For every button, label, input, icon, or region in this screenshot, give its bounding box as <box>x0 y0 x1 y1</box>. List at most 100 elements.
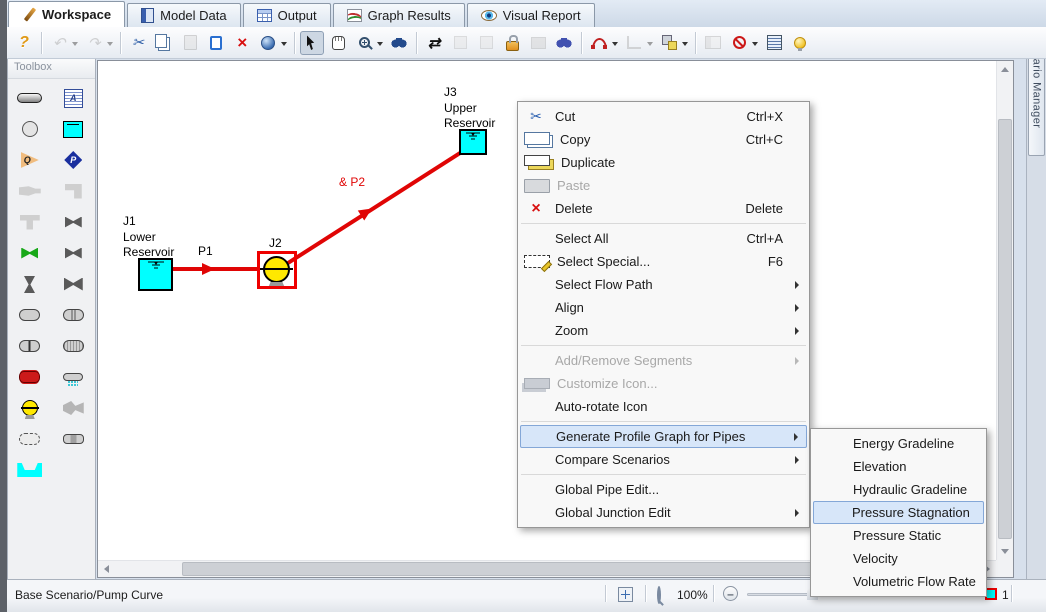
annotation-tool[interactable]: A <box>55 87 91 109</box>
menu-item-generate-profile-graph-for-pipes[interactable]: Generate Profile Graph for Pipes <box>520 425 807 448</box>
dropdown-caret-icon[interactable] <box>752 42 758 46</box>
menu-item-duplicate[interactable]: Duplicate <box>520 151 807 174</box>
volume-tool[interactable] <box>12 428 48 450</box>
reducer-tool[interactable] <box>12 180 48 202</box>
swap-button[interactable]: ⇄ <box>422 31 446 55</box>
pipe-p1[interactable] <box>173 267 259 271</box>
tab-output[interactable]: Output <box>243 3 331 27</box>
pipe-p1-label[interactable]: P1 <box>198 244 213 260</box>
weir-tool[interactable] <box>12 459 48 481</box>
dropdown-caret-icon[interactable] <box>612 42 618 46</box>
delete-tool-button[interactable]: × <box>230 31 254 55</box>
spray-discharge-tool[interactable] <box>55 366 91 388</box>
menu-item-align[interactable]: Align <box>520 296 807 319</box>
submenu-item-hydraulic-gradeline[interactable]: Hydraulic Gradeline <box>813 478 984 501</box>
orifice-tool[interactable] <box>12 335 48 357</box>
valve-tool[interactable] <box>55 211 91 233</box>
dropdown-caret-icon[interactable] <box>281 42 287 46</box>
junction-j3-reservoir[interactable] <box>459 129 487 155</box>
tab-graph-results[interactable]: Graph Results <box>333 3 465 27</box>
block-button[interactable] <box>727 31 760 55</box>
menu-item-select-special[interactable]: Select Special...F6 <box>520 250 807 273</box>
pipe-tool[interactable] <box>12 87 48 109</box>
menu-item-auto-rotate-icon[interactable]: Auto-rotate Icon <box>520 395 807 418</box>
venturi-tool[interactable] <box>55 304 91 326</box>
branch-tool[interactable] <box>12 118 48 140</box>
vertical-scrollbar[interactable] <box>996 61 1013 560</box>
assigned-pressure-tool[interactable]: P <box>55 149 91 171</box>
three-way-valve-tool[interactable] <box>55 273 91 295</box>
help-button[interactable]: ? <box>12 31 36 55</box>
weir-icon <box>17 463 42 477</box>
menu-item-delete[interactable]: ×DeleteDelete <box>520 197 807 220</box>
duplicate-tool-button[interactable] <box>204 31 228 55</box>
general-component-tool[interactable] <box>12 304 48 326</box>
junction-tool-button[interactable] <box>657 31 690 55</box>
assigned-pressure-icon: P <box>64 151 82 169</box>
scroll-up-icon[interactable] <box>1001 67 1009 72</box>
control-valve-tool[interactable] <box>12 242 48 264</box>
fit-to-window-button[interactable] <box>618 587 633 602</box>
dropdown-caret-icon[interactable] <box>682 42 688 46</box>
submenu-item-velocity[interactable]: Velocity <box>813 547 984 570</box>
dropdown-caret-icon[interactable] <box>107 42 113 46</box>
bend-tool[interactable] <box>55 180 91 202</box>
submenu-item-volumetric-flow-rate[interactable]: Volumetric Flow Rate <box>813 570 984 593</box>
copy-tool-button[interactable] <box>152 31 176 55</box>
scroll-down-icon[interactable] <box>1001 549 1009 554</box>
report-button[interactable] <box>762 31 786 55</box>
find-button[interactable] <box>387 31 411 55</box>
cut-tool-button[interactable]: ✂ <box>126 31 150 55</box>
pipe-p2[interactable] <box>287 149 465 265</box>
lock-button[interactable] <box>500 31 524 55</box>
submenu-arrow-icon <box>795 452 803 467</box>
zoom-out-button[interactable]: – <box>723 586 738 601</box>
turbine-tool[interactable] <box>55 397 91 419</box>
menu-item-select-all[interactable]: Select AllCtrl+A <box>520 227 807 250</box>
dropdown-caret-icon[interactable] <box>72 42 78 46</box>
tab-model-data[interactable]: Model Data <box>127 3 240 27</box>
goto-button[interactable] <box>552 31 576 55</box>
context-menu: ✂CutCtrl+XCopyCtrl+CDuplicatePaste×Delet… <box>517 101 810 528</box>
junction-j2-label[interactable]: J2 <box>269 236 282 252</box>
zoom-tool-button[interactable] <box>352 31 385 55</box>
submenu-item-pressure-static[interactable]: Pressure Static <box>813 524 984 547</box>
submenu-item-elevation[interactable]: Elevation <box>813 455 984 478</box>
heat-exchanger-icon <box>19 371 40 383</box>
bulb-button[interactable] <box>788 31 812 55</box>
tab-workspace[interactable]: Workspace <box>8 1 125 27</box>
pipe-p2-label[interactable]: & P2 <box>339 175 365 191</box>
menu-item-select-flow-path[interactable]: Select Flow Path <box>520 273 807 296</box>
menu-item-global-pipe-edit[interactable]: Global Pipe Edit... <box>520 478 807 501</box>
globe-button[interactable] <box>256 31 289 55</box>
menu-item-copy[interactable]: CopyCtrl+C <box>520 128 807 151</box>
menu-item-cut[interactable]: ✂CutCtrl+X <box>520 105 807 128</box>
relief-valve-tool[interactable] <box>12 273 48 295</box>
pan-button[interactable] <box>326 31 350 55</box>
pump-tool[interactable] <box>12 397 48 419</box>
dropdown-caret-icon[interactable] <box>377 42 383 46</box>
paste-icon <box>524 179 550 193</box>
menu-item-compare-scenarios[interactable]: Compare Scenarios <box>520 448 807 471</box>
submenu-item-pressure-stagnation[interactable]: Pressure Stagnation <box>813 501 984 524</box>
tee-tool[interactable] <box>12 211 48 233</box>
check-valve-tool[interactable] <box>55 242 91 264</box>
junction-j1-label[interactable]: J1 Lower Reservoir <box>123 214 174 261</box>
menu-item-global-junction-edit[interactable]: Global Junction Edit <box>520 501 807 524</box>
junction-j3-label[interactable]: J3 Upper Reservoir <box>444 85 495 132</box>
reservoir-tool[interactable] <box>55 118 91 140</box>
dropdown-caret-icon[interactable] <box>647 42 653 46</box>
junction-j1-reservoir[interactable] <box>138 258 173 291</box>
pipe-tool-button[interactable] <box>587 31 620 55</box>
cursor-button[interactable] <box>300 31 324 55</box>
assigned-flow-tool[interactable]: Q <box>12 149 48 171</box>
screen-tool[interactable] <box>55 335 91 357</box>
vertical-scrollbar-thumb[interactable] <box>998 119 1012 539</box>
heat-exchanger-tool[interactable] <box>12 366 48 388</box>
fitting-tool[interactable] <box>55 428 91 450</box>
submenu-item-energy-gradeline[interactable]: Energy Gradeline <box>813 432 984 455</box>
tab-visual-report[interactable]: Visual Report <box>467 3 595 27</box>
scroll-left-icon[interactable] <box>104 565 109 573</box>
spray-discharge-icon <box>63 373 83 381</box>
menu-item-zoom[interactable]: Zoom <box>520 319 807 342</box>
